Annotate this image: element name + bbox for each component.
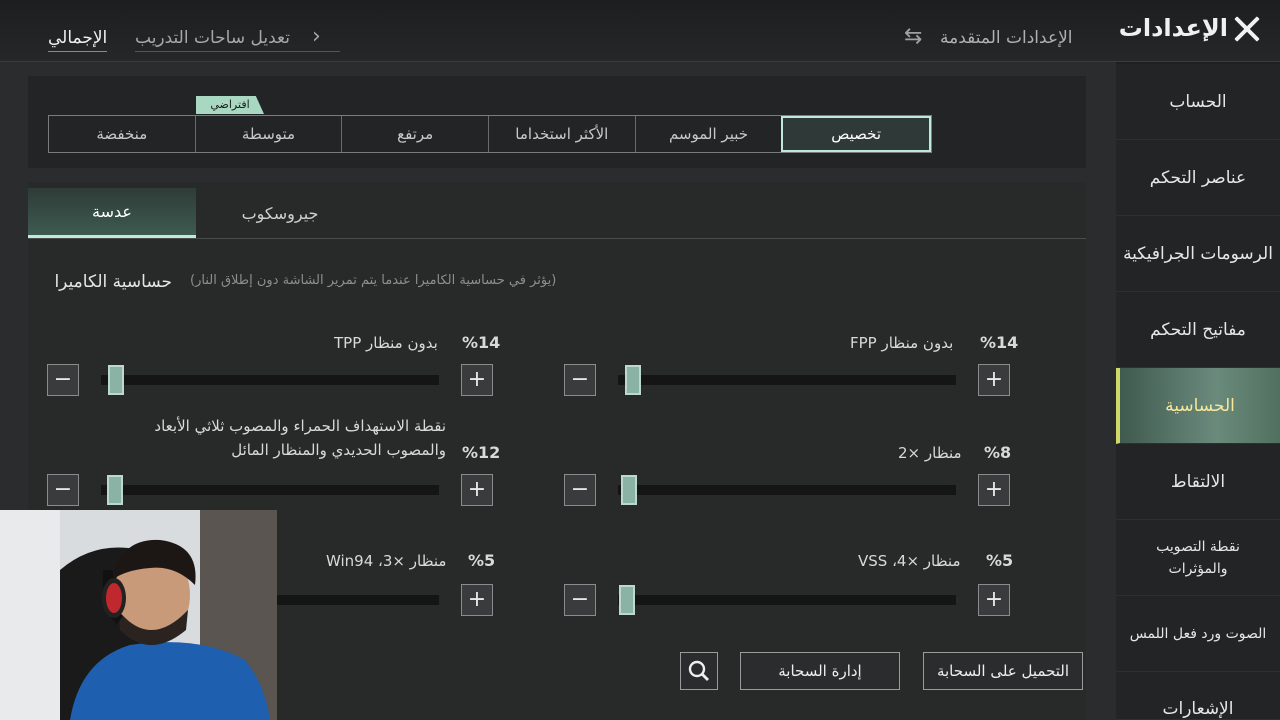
minus-button[interactable]: − — [564, 474, 596, 506]
minus-button[interactable]: − — [564, 364, 596, 396]
preset-low[interactable]: منخفضة — [49, 116, 195, 152]
slider-pct: %5 — [986, 551, 1014, 570]
slider-label: منظار ×2 — [898, 444, 962, 462]
sidebar-item-key-bindings[interactable]: مفاتيح التحكم — [1116, 292, 1280, 368]
section-note: (يؤثر في حساسية الكاميرا عندما يتم تمرير… — [190, 273, 557, 288]
slider-label: منظار ×3، Win94 — [326, 552, 447, 570]
preset-custom[interactable]: تخصيص — [781, 116, 931, 152]
sidebar: الحساب عناصر التحكم الرسومات الجرافيكية … — [1116, 62, 1280, 720]
sidebar-item-crosshair[interactable]: نقطة التصويب والمؤثرات — [1116, 520, 1280, 596]
close-icon[interactable] — [1228, 10, 1266, 48]
page-title: الإعدادات — [1118, 14, 1228, 42]
plus-button[interactable]: + — [978, 474, 1010, 506]
chevron-right-icon: › — [312, 24, 321, 49]
slider-track[interactable] — [101, 375, 439, 385]
webcam-overlay — [0, 510, 277, 720]
slider-thumb[interactable] — [619, 585, 636, 615]
search-button[interactable] — [680, 652, 718, 690]
slider-thumb[interactable] — [621, 475, 638, 505]
breadcrumb-edit-training[interactable]: تعديل ساحات التدريب — [135, 28, 340, 52]
slider-track[interactable] — [618, 485, 956, 495]
preset-selector: تخصيص خبير الموسم الأكثر استخداما مرتفع … — [48, 115, 932, 153]
plus-button[interactable]: + — [978, 364, 1010, 396]
minus-button[interactable]: − — [47, 474, 79, 506]
slider-thumb[interactable] — [107, 475, 124, 505]
tab-lens[interactable]: عدسة — [28, 188, 196, 238]
slider-track[interactable] — [618, 595, 956, 605]
preset-medium[interactable]: متوسطة — [194, 116, 342, 152]
slider-track[interactable] — [101, 485, 439, 495]
sidebar-item-audio[interactable]: الصوت ورد فعل اللمس — [1116, 596, 1280, 672]
preset-high[interactable]: مرتفع — [341, 116, 488, 152]
sidebar-item-graphics[interactable]: الرسومات الجرافيكية — [1116, 216, 1280, 292]
plus-button[interactable]: + — [461, 364, 493, 396]
slider-label: نقطة الاستهداف الحمراء والمصوب ثلاثي الأ… — [154, 417, 446, 459]
slider-thumb[interactable] — [625, 365, 642, 395]
slider-pct: %8 — [984, 443, 1012, 462]
swap-icon[interactable]: ⇆ — [904, 24, 922, 49]
preset-most-used[interactable]: الأكثر استخداما — [487, 116, 635, 152]
breadcrumb-total[interactable]: الإجمالي — [48, 28, 108, 52]
slider-pct: %5 — [468, 551, 496, 570]
plus-button[interactable]: + — [461, 474, 493, 506]
sidebar-item-pickup[interactable]: الالتقاط — [1116, 444, 1280, 520]
slider-label: منظار ×4، VSS — [858, 552, 961, 570]
slider-pct: %12 — [462, 443, 501, 462]
advanced-settings-link[interactable]: الإعدادات المتقدمة — [940, 28, 1073, 48]
section-title: حساسية الكاميرا — [54, 272, 172, 292]
tabs-divider — [28, 238, 1086, 239]
plus-button[interactable]: + — [978, 584, 1010, 616]
preset-season-expert[interactable]: خبير الموسم — [634, 116, 782, 152]
slider-thumb[interactable] — [108, 365, 125, 395]
slider-pct: %14 — [980, 333, 1019, 352]
slider-track[interactable] — [618, 375, 956, 385]
sidebar-item-controls[interactable]: عناصر التحكم — [1116, 140, 1280, 216]
sidebar-item-sensitivity[interactable]: الحساسية — [1116, 368, 1280, 444]
plus-button[interactable]: + — [461, 584, 493, 616]
default-tag: افتراضي — [196, 96, 264, 114]
sidebar-item-notifications[interactable]: الإشعارات — [1116, 672, 1280, 720]
search-icon — [688, 660, 709, 681]
slider-label: بدون منظار TPP — [334, 334, 438, 352]
slider-label: بدون منظار FPP — [850, 334, 954, 352]
slider-pct: %14 — [462, 333, 501, 352]
sidebar-item-account[interactable]: الحساب — [1116, 64, 1280, 140]
upload-cloud-button[interactable]: التحميل على السحابة — [923, 652, 1083, 690]
minus-button[interactable]: − — [564, 584, 596, 616]
tab-gyroscope[interactable]: جيروسكوب — [196, 188, 364, 238]
minus-button[interactable]: − — [47, 364, 79, 396]
manage-cloud-button[interactable]: إدارة السحابة — [740, 652, 900, 690]
